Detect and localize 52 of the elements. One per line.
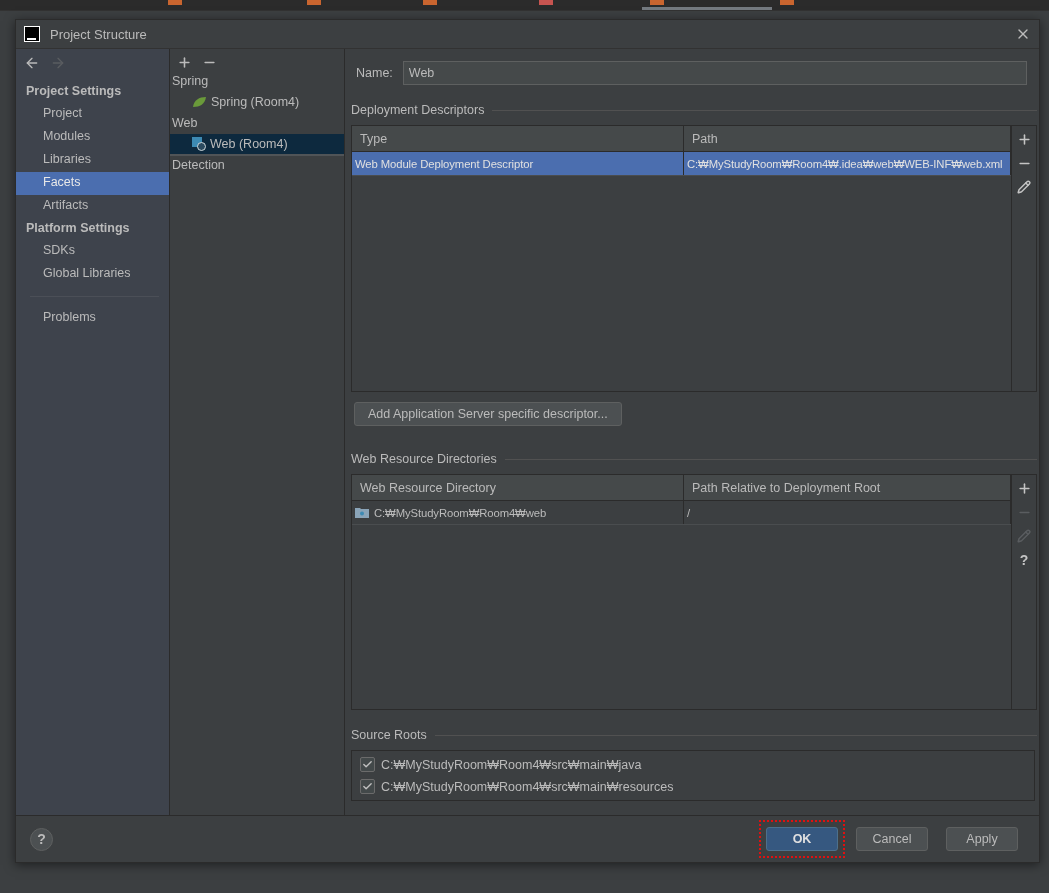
checkbox[interactable] <box>360 757 375 772</box>
sidebar-item[interactable]: Libraries <box>16 149 169 172</box>
column-header[interactable]: Path Relative to Deployment Root <box>684 475 1011 500</box>
edit-icon[interactable] <box>1017 180 1031 194</box>
tree-group-label[interactable]: Web <box>170 114 344 134</box>
table-row[interactable]: Web Module Deployment Descriptor C:₩MyStudyRoom₩Room4₩.idea₩web₩WEB-INF₩web.xml <box>352 152 1011 176</box>
section-title: Deployment Descriptors <box>351 103 485 117</box>
name-label: Name: <box>356 66 393 80</box>
tree-item[interactable]: Spring (Room4) <box>170 92 344 114</box>
add-icon[interactable] <box>1016 132 1032 147</box>
sidebar-item[interactable]: Project <box>16 103 169 126</box>
source-root-path: C:₩MyStudyRoom₩Room4₩src₩main₩resources <box>381 779 674 794</box>
check-icon <box>362 759 373 770</box>
dialog-button[interactable]: Apply <box>946 827 1018 851</box>
section-title: Web Resource Directories <box>351 452 497 466</box>
column-header[interactable]: Type <box>352 126 684 151</box>
group-title: Platform Settings <box>25 220 131 237</box>
tree-item[interactable]: Web (Room4) <box>170 134 344 156</box>
help-button[interactable]: ? <box>30 827 53 851</box>
leaf-icon <box>192 96 207 108</box>
check-icon <box>362 781 373 792</box>
sidebar-item[interactable]: Problems <box>16 307 169 330</box>
sidebar-item[interactable]: Global Libraries <box>16 263 169 286</box>
group-title: Project Settings <box>25 83 123 100</box>
column-header[interactable]: Web Resource Directory <box>352 475 684 500</box>
sidebar-item[interactable]: Facets <box>16 172 169 195</box>
add-icon[interactable] <box>177 55 192 70</box>
column-header[interactable]: Path <box>684 126 1011 151</box>
sidebar-item[interactable]: SDKs <box>16 240 169 263</box>
table-cell: C:₩MyStudyRoom₩Room4₩.idea₩web₩WEB-INF₩web.xml <box>687 157 1003 170</box>
checkbox[interactable] <box>360 779 375 794</box>
back-arrow-icon[interactable] <box>24 55 40 71</box>
table-cell: C:₩MyStudyRoom₩Room4₩web <box>374 506 547 519</box>
help-button[interactable]: ? <box>1019 552 1029 568</box>
name-field[interactable]: Web <box>402 61 1027 85</box>
section-title: Source Roots <box>351 728 427 742</box>
web-module-icon <box>192 137 206 151</box>
tree-group-label[interactable]: Spring <box>170 72 344 92</box>
app-logo-icon <box>24 26 40 42</box>
add-descriptor-button[interactable]: Add Application Server specific descriptor... <box>354 402 622 426</box>
add-icon[interactable] <box>1016 481 1032 496</box>
table-cell: Web Module Deployment Descriptor <box>355 157 534 170</box>
sidebar-item[interactable]: Modules <box>16 126 169 149</box>
window-title: Project Structure <box>50 26 148 42</box>
folder-icon <box>355 507 369 518</box>
dialog-button[interactable]: Cancel <box>856 827 928 851</box>
table-row[interactable]: C:₩MyStudyRoom₩Room4₩web / <box>352 501 1011 525</box>
table-cell: / <box>687 506 691 519</box>
source-root-path: C:₩MyStudyRoom₩Room4₩src₩main₩java <box>381 757 642 772</box>
tree-group-label[interactable]: Detection <box>170 156 344 176</box>
sidebar-item[interactable]: Artifacts <box>16 195 169 218</box>
dialog-button[interactable]: OK <box>766 827 838 851</box>
